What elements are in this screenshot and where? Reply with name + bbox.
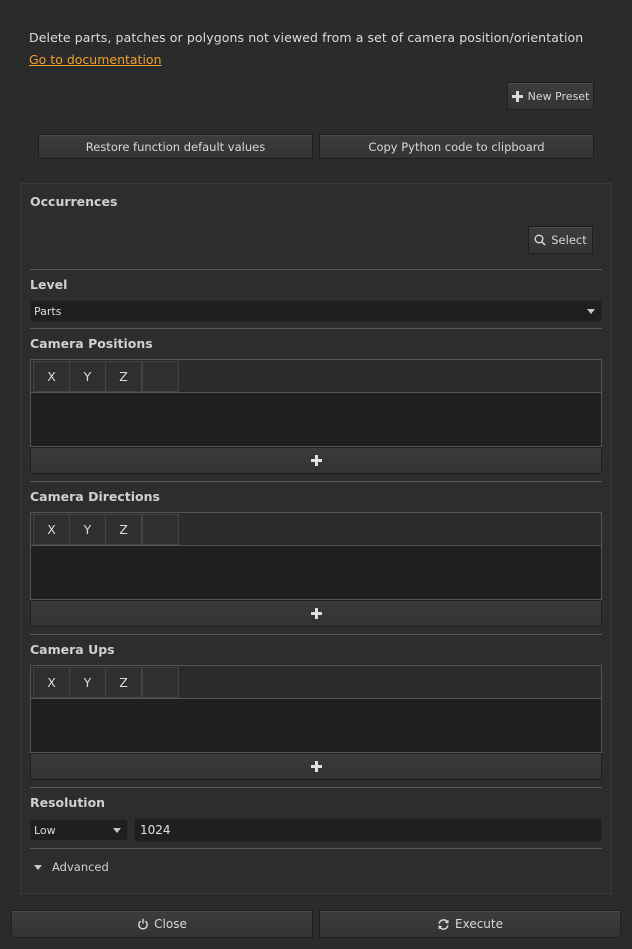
divider <box>30 481 602 482</box>
level-value: Parts <box>34 304 62 318</box>
divider <box>30 328 602 329</box>
execute-button[interactable]: Execute <box>319 910 621 938</box>
resolution-input[interactable]: 1024 <box>134 818 602 842</box>
divider <box>30 787 602 788</box>
restore-defaults-label: Restore function default values <box>85 139 266 154</box>
close-label: Close <box>154 917 187 931</box>
camera-ups-title: Camera Ups <box>30 642 115 657</box>
execute-label: Execute <box>455 917 503 931</box>
table-header: X Y Z <box>31 513 601 546</box>
column-header-z[interactable]: Z <box>105 361 142 392</box>
camera-positions-table: X Y Z <box>30 359 602 447</box>
camera-directions-title: Camera Directions <box>30 489 160 504</box>
column-header-empty[interactable] <box>142 667 179 698</box>
table-header: X Y Z <box>31 666 601 699</box>
level-dropdown[interactable]: Parts <box>30 300 602 322</box>
plus-icon <box>310 451 322 470</box>
add-camera-position-button[interactable] <box>30 447 602 474</box>
level-title: Level <box>30 277 68 292</box>
column-header-empty[interactable] <box>142 361 179 392</box>
column-header-x[interactable]: X <box>33 514 70 545</box>
column-header-z[interactable]: Z <box>105 667 142 698</box>
camera-ups-table: X Y Z <box>30 665 602 753</box>
new-preset-label: New Preset <box>527 89 590 103</box>
search-icon <box>534 234 546 246</box>
resolution-value: 1024 <box>140 823 171 837</box>
close-button[interactable]: Close <box>11 910 313 938</box>
copy-python-button[interactable]: Copy Python code to clipboard <box>319 134 594 159</box>
plus-icon <box>310 604 322 623</box>
occurrences-title: Occurrences <box>30 194 118 209</box>
column-header-z[interactable]: Z <box>105 514 142 545</box>
chevron-down-icon <box>34 864 42 870</box>
documentation-link[interactable]: Go to documentation <box>29 52 162 67</box>
chevron-down-icon <box>113 828 121 833</box>
divider <box>30 634 602 635</box>
resolution-preset-value: Low <box>34 823 56 837</box>
select-occurrences-button[interactable]: Select <box>528 226 593 254</box>
select-label: Select <box>551 233 587 247</box>
advanced-toggle[interactable]: Advanced <box>34 860 109 874</box>
table-header: X Y Z <box>31 360 601 393</box>
divider <box>30 848 602 849</box>
column-header-y[interactable]: Y <box>69 667 106 698</box>
chevron-down-icon <box>587 309 595 314</box>
function-description: Delete parts, patches or polygons not vi… <box>29 30 584 45</box>
plus-icon <box>511 90 523 102</box>
refresh-icon <box>437 918 450 931</box>
add-camera-direction-button[interactable] <box>30 600 602 627</box>
column-header-x[interactable]: X <box>33 361 70 392</box>
column-header-x[interactable]: X <box>33 667 70 698</box>
divider <box>30 269 602 270</box>
power-icon <box>137 918 149 930</box>
resolution-title: Resolution <box>30 795 106 810</box>
restore-defaults-button[interactable]: Restore function default values <box>38 134 313 159</box>
copy-python-label: Copy Python code to clipboard <box>368 139 545 154</box>
column-header-y[interactable]: Y <box>69 514 106 545</box>
column-header-empty[interactable] <box>142 514 179 545</box>
plus-icon <box>310 757 322 776</box>
column-header-y[interactable]: Y <box>69 361 106 392</box>
resolution-preset-dropdown[interactable]: Low <box>30 819 128 841</box>
camera-positions-title: Camera Positions <box>30 336 153 351</box>
new-preset-button[interactable]: New Preset <box>507 82 594 110</box>
advanced-label: Advanced <box>52 860 109 874</box>
add-camera-up-button[interactable] <box>30 753 602 780</box>
camera-directions-table: X Y Z <box>30 512 602 600</box>
